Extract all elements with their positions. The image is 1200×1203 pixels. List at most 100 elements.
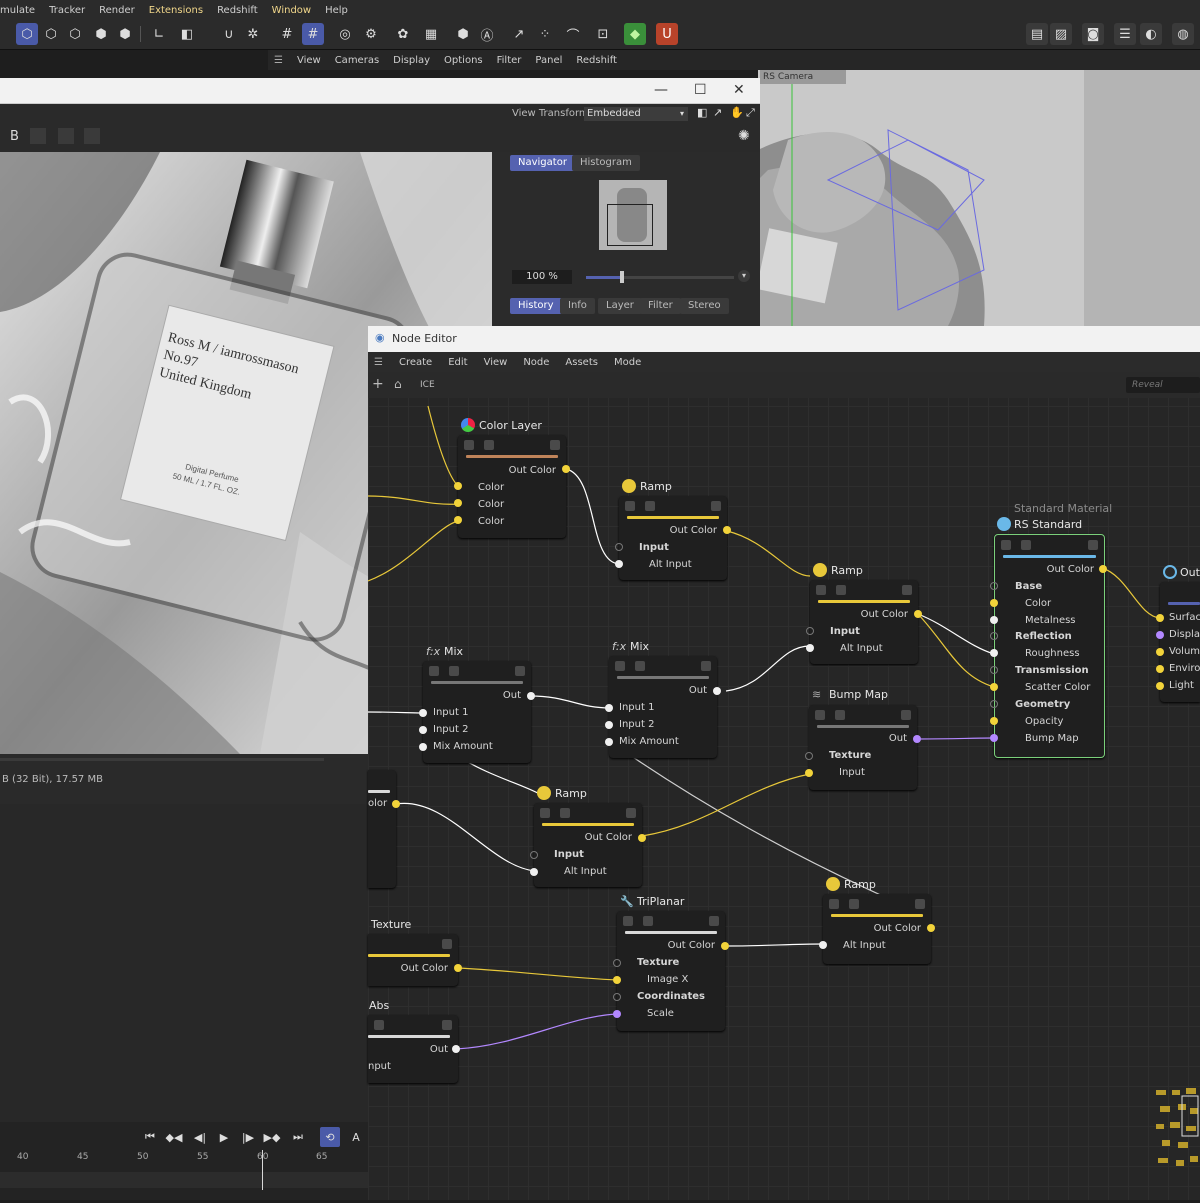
menu-window[interactable]: Window xyxy=(272,5,311,16)
menu-redshift[interactable]: Redshift xyxy=(217,5,258,16)
port-dot[interactable] xyxy=(990,632,998,640)
prev-frame-icon[interactable]: ◀| xyxy=(190,1127,210,1147)
magnet-icon[interactable]: ∪ xyxy=(218,23,240,45)
port-dot[interactable] xyxy=(927,924,935,932)
cog-icon[interactable]: ⚙ xyxy=(360,23,382,45)
pin-icon[interactable]: ⊡ xyxy=(592,23,614,45)
node-ramp-1[interactable]: Out Color Input Alt Input xyxy=(619,496,727,580)
vp-menu-options[interactable]: Options xyxy=(444,55,483,66)
playhead[interactable] xyxy=(262,1150,263,1190)
node-preview-icon[interactable] xyxy=(836,585,846,595)
port-dot[interactable] xyxy=(990,666,998,674)
hexagon-icon[interactable]: ⬢ xyxy=(452,23,474,45)
node-preview-icon[interactable] xyxy=(835,710,845,720)
port-dot[interactable] xyxy=(454,964,462,972)
port-dot[interactable] xyxy=(605,721,613,729)
snap-icon[interactable]: # xyxy=(302,23,324,45)
port-dot[interactable] xyxy=(990,616,998,624)
tab-info[interactable]: Info xyxy=(560,298,595,314)
add-icon[interactable]: + xyxy=(372,376,384,392)
tab-filter[interactable]: Filter xyxy=(640,298,681,314)
toolbar-icon-3[interactable] xyxy=(84,128,100,144)
port-dot[interactable] xyxy=(819,941,827,949)
node-menu-icon[interactable] xyxy=(1088,540,1098,550)
port-dot[interactable] xyxy=(990,599,998,607)
port-dot[interactable] xyxy=(990,717,998,725)
vp-menu-panel[interactable]: Panel xyxy=(535,55,562,66)
toolbar-icon-1[interactable] xyxy=(30,128,46,144)
render-view-icon[interactable]: ▤ xyxy=(1026,23,1048,45)
port-dot[interactable] xyxy=(613,1010,621,1018)
node-lock-icon[interactable] xyxy=(615,661,625,671)
menu-simulate[interactable]: mulate xyxy=(0,5,35,16)
node-menu-icon[interactable] xyxy=(626,808,636,818)
zoom-menu-icon[interactable]: ▾ xyxy=(738,270,750,282)
node-ramp-2[interactable]: Out Color Input Alt Input xyxy=(810,580,918,664)
node-lock-icon[interactable] xyxy=(1001,540,1011,550)
port-dot[interactable] xyxy=(1156,665,1164,673)
port-dot[interactable] xyxy=(990,700,998,708)
node-partial-left[interactable]: olor xyxy=(368,770,396,888)
tab-layer[interactable]: Layer xyxy=(598,298,642,314)
node-lock-icon[interactable] xyxy=(815,710,825,720)
node-menu-icon[interactable] xyxy=(902,585,912,595)
axis-icon[interactable]: ∟ xyxy=(148,23,170,45)
moon-icon[interactable]: ◐ xyxy=(1140,23,1162,45)
redshift-logo-icon[interactable]: U xyxy=(656,23,678,45)
port-dot[interactable] xyxy=(1156,682,1164,690)
port-dot[interactable] xyxy=(613,993,621,1001)
node-preview-icon[interactable] xyxy=(849,899,859,909)
tab-history[interactable]: History xyxy=(510,298,562,314)
port-dot[interactable] xyxy=(615,560,623,568)
node-lock-icon[interactable] xyxy=(623,916,633,926)
vp-menu-view[interactable]: View xyxy=(297,55,321,66)
port-dot[interactable] xyxy=(805,752,813,760)
port-dot[interactable] xyxy=(454,499,462,507)
port-dot[interactable] xyxy=(805,769,813,777)
ne-menu-node[interactable]: Node xyxy=(523,357,549,368)
node-menu-icon[interactable] xyxy=(711,501,721,511)
port-dot[interactable] xyxy=(990,582,998,590)
grid-snap-icon[interactable]: # xyxy=(276,23,298,45)
node-rs-standard[interactable]: Out Color Base Color Metalness Reflectio… xyxy=(994,534,1105,758)
node-abs[interactable]: Out nput xyxy=(368,1015,458,1083)
solo-icon[interactable]: ◧ xyxy=(176,23,198,45)
port-dot[interactable] xyxy=(613,959,621,967)
node-preview-icon[interactable] xyxy=(449,666,459,676)
next-frame-icon[interactable]: |▶ xyxy=(238,1127,258,1147)
node-output[interactable]: Surface Displac Volume Environ Light xyxy=(1160,582,1200,702)
letter-a-icon[interactable]: Ⓐ xyxy=(476,23,498,45)
ne-menu-mode[interactable]: Mode xyxy=(614,357,641,368)
vp-menu-redshift[interactable]: Redshift xyxy=(576,55,617,66)
path-label[interactable]: ICE xyxy=(420,380,435,390)
next-keyframe-icon[interactable]: ▶◆ xyxy=(262,1127,282,1147)
globe-icon[interactable]: ◍ xyxy=(1172,23,1194,45)
ne-menu-create[interactable]: Create xyxy=(399,357,432,368)
tab-histogram[interactable]: Histogram xyxy=(572,155,640,171)
picture-viewer-icon[interactable]: ▨ xyxy=(1050,23,1072,45)
port-dot[interactable] xyxy=(562,465,570,473)
channel-b-button[interactable]: B xyxy=(10,129,19,144)
port-dot[interactable] xyxy=(913,735,921,743)
node-preview-icon[interactable] xyxy=(1021,540,1031,550)
tag-icon[interactable]: ⌂ xyxy=(394,377,402,391)
hand-icon[interactable]: ✋ xyxy=(730,106,744,119)
node-menu-icon[interactable] xyxy=(515,666,525,676)
node-preview-icon[interactable] xyxy=(374,1020,384,1030)
camera-tag[interactable]: RS Camera xyxy=(760,70,846,84)
cube-green-icon[interactable]: ◆ xyxy=(624,23,646,45)
tab-navigator[interactable]: Navigator xyxy=(510,155,575,171)
horizontal-scrollbar[interactable] xyxy=(0,758,324,761)
node-preview-icon[interactable] xyxy=(635,661,645,671)
node-lock-icon[interactable] xyxy=(816,585,826,595)
curve-icon[interactable]: ⌒ xyxy=(562,23,584,45)
edges-mode-icon[interactable]: ⬡ xyxy=(64,23,86,45)
port-dot[interactable] xyxy=(713,687,721,695)
ne-menu-assets[interactable]: Assets xyxy=(565,357,598,368)
polygons-mode-icon[interactable]: ⬢ xyxy=(90,23,112,45)
go-to-end-icon[interactable]: ⏭ xyxy=(288,1127,308,1147)
port-dot[interactable] xyxy=(452,1045,460,1053)
port-dot[interactable] xyxy=(605,738,613,746)
port-dot[interactable] xyxy=(914,610,922,618)
port-dot[interactable] xyxy=(1156,614,1164,622)
